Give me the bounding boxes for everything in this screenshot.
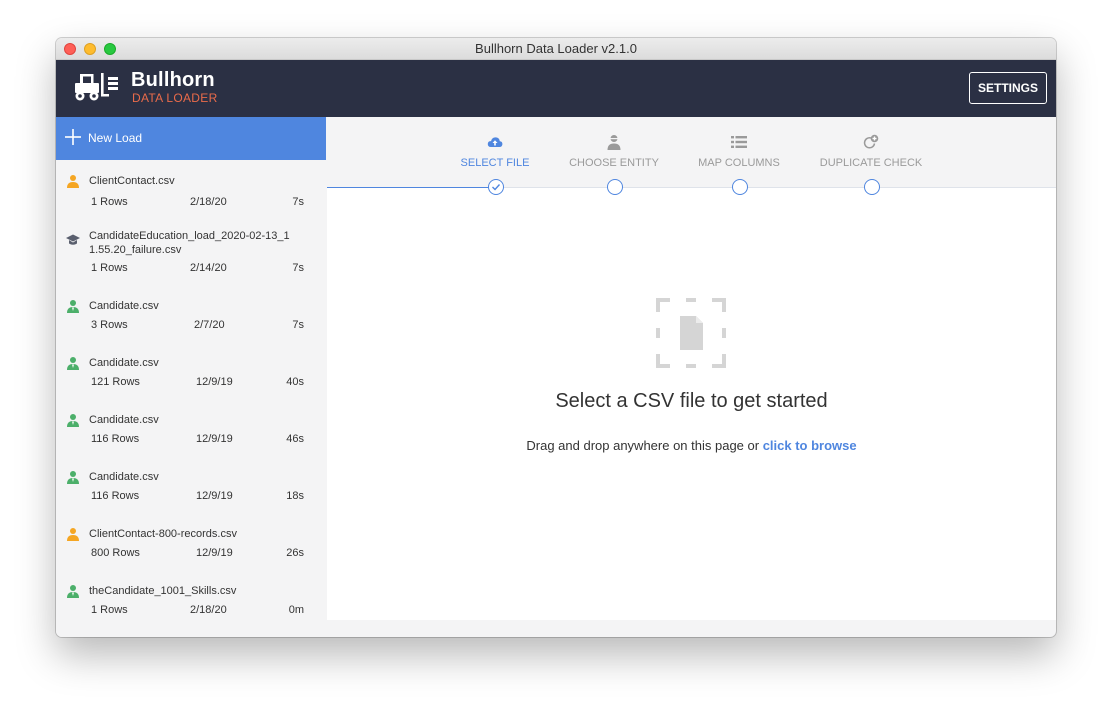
candidate-person-icon [67,585,79,598]
load-history-item[interactable]: ClientContact.csv 1 Rows 2/18/20 7s [56,174,326,231]
contact-person-icon [67,528,79,541]
cloud-upload-icon [487,137,503,147]
graduation-cap-icon [66,234,80,245]
item-file-name: ClientContact.csv [89,175,175,187]
item-row-count: 1 Rows [91,196,128,208]
step-status-indicator [607,179,623,195]
step-select-file[interactable]: SELECT FILE [430,117,560,202]
load-history-item[interactable]: Candidate.csv 121 Rows 12/9/19 40s [56,356,326,413]
title-bar: Bullhorn Data Loader v2.1.0 [56,38,1056,60]
load-history-item[interactable]: Candidate.csv 116 Rows 12/9/19 46s [56,413,326,470]
new-load-button[interactable]: New Load [56,117,326,160]
empty-state-headline: Select a CSV file to get started [555,390,828,412]
item-row-count: 1 Rows [91,262,128,274]
item-file-name: CandidateEducation_load_2020-02-13_1 1.5… [89,230,290,256]
new-load-label: New Load [88,131,143,145]
step-choose-entity[interactable]: CHOOSE ENTITY [549,117,679,202]
person-icon [607,135,621,150]
item-date: 2/18/20 [190,604,227,616]
item-file-name: Candidate.csv [89,414,159,426]
item-row-count: 1 Rows [91,604,128,616]
item-row-count: 800 Rows [91,547,140,559]
item-file-name: Candidate.csv [89,471,159,483]
step-status-indicator [864,179,880,195]
list-icon [731,136,747,148]
contact-person-icon [67,175,79,188]
load-history-item[interactable]: Candidate.csv 116 Rows 12/9/19 18s [56,470,326,527]
item-row-count: 3 Rows [91,319,128,331]
item-duration: 7s [292,262,304,274]
step-label: CHOOSE ENTITY [569,157,659,169]
item-duration: 0m [288,604,304,616]
candidate-person-icon [67,414,79,427]
item-date: 2/18/20 [190,196,227,208]
settings-button[interactable]: SETTINGS [969,72,1047,104]
candidate-person-icon [67,300,79,313]
item-row-count: 121 Rows [91,376,140,388]
empty-state-instructions: Drag and drop anywhere on this page or c… [327,438,1056,453]
file-drop-zone-icon [656,298,726,368]
item-duration: 7s [292,196,304,208]
window-title: Bullhorn Data Loader v2.1.0 [475,41,637,56]
step-duplicate-check[interactable]: DUPLICATE CHECK [806,117,936,202]
load-history-item[interactable]: CandidateEducation_load_2020-02-13_1 1.5… [56,229,326,286]
item-row-count: 116 Rows [91,490,140,502]
item-file-name: theCandidate_1001_Skills.csv [89,585,237,597]
brand-subtitle: DATA LOADER [132,91,218,105]
item-file-name: Candidate.csv [89,300,159,312]
candidate-person-icon [67,471,79,484]
forklift-logo-icon [75,73,118,101]
load-history-item[interactable]: ClientContact-800-records.csv 800 Rows 1… [56,527,326,584]
brand-name: Bullhorn [131,69,215,91]
item-date: 12/9/19 [196,433,233,445]
refresh-plus-icon [863,134,879,149]
item-duration: 46s [286,433,304,445]
drag-drop-hint: Drag and drop anywhere on this page or [526,438,763,453]
load-history-item[interactable]: Candidate.csv 3 Rows 2/7/20 7s [56,299,326,356]
candidate-person-icon [67,357,79,370]
load-history-sidebar: New Load ClientContact.csv 1 Rows 2/18/2… [56,117,326,637]
item-date: 2/14/20 [190,262,227,274]
app-header: Bullhorn DATA LOADER SETTINGS [56,60,1056,117]
checkmark-icon [492,184,501,191]
step-label: DUPLICATE CHECK [819,157,923,169]
item-duration: 7s [292,319,304,331]
app-window: Bullhorn Data Loader v2.1.0 Bullhorn DAT… [56,38,1056,637]
step-label: SELECT FILE [460,157,530,169]
item-file-name: ClientContact-800-records.csv [89,528,237,540]
main-panel: SELECT FILE CHOOSE ENTITY MAP COLUMNS DU… [327,117,1056,620]
plus-icon [65,129,81,145]
item-duration: 26s [286,547,304,559]
item-duration: 40s [286,376,304,388]
item-duration: 18s [286,490,304,502]
item-file-name: Candidate.csv [89,357,159,369]
step-status-indicator [732,179,748,195]
step-label: MAP COLUMNS [698,157,780,169]
item-row-count: 116 Rows [91,433,140,445]
item-date: 2/7/20 [194,319,225,331]
item-date: 12/9/19 [196,490,233,502]
step-status-indicator [488,179,504,195]
load-history-item[interactable]: theCandidate_1001_Skills.csv 1 Rows 2/18… [56,584,326,637]
item-date: 12/9/19 [196,376,233,388]
step-map-columns[interactable]: MAP COLUMNS [674,117,804,202]
browse-link[interactable]: click to browse [763,438,857,453]
item-date: 12/9/19 [196,547,233,559]
